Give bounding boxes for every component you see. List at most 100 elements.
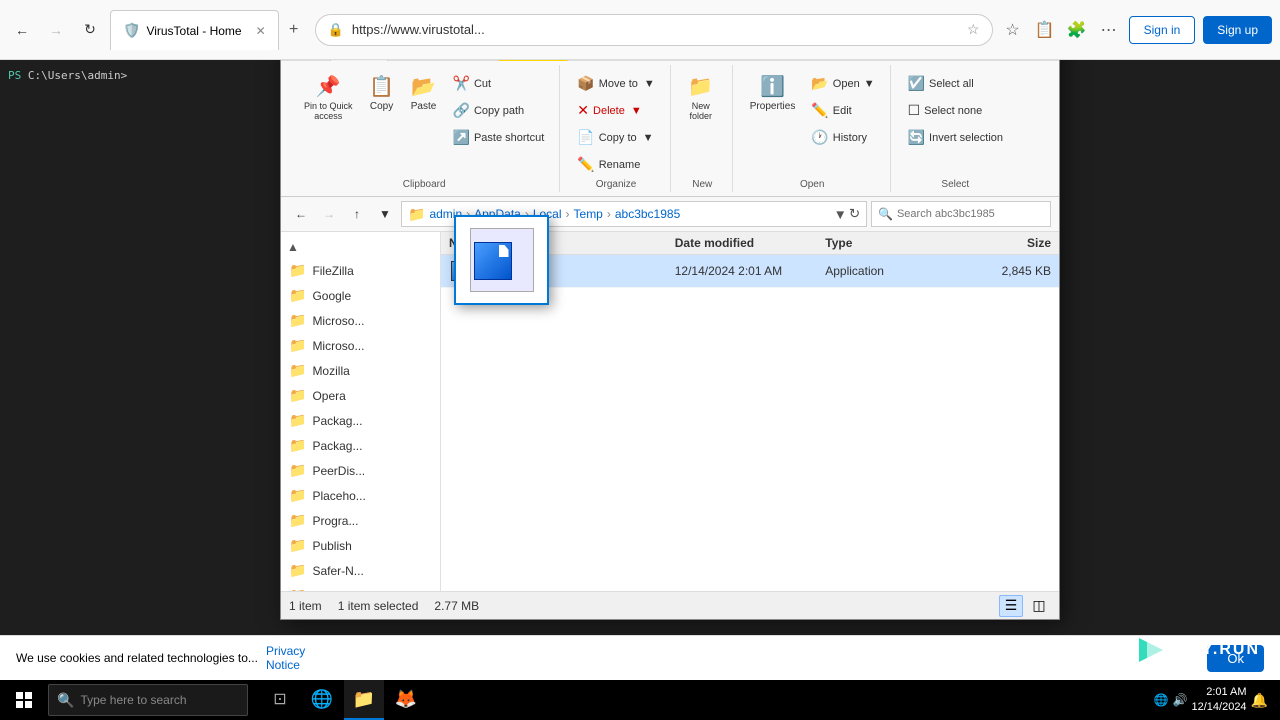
sidebar-item-google[interactable]: 📁 Google bbox=[281, 283, 440, 308]
nav-back-button[interactable]: ← bbox=[289, 202, 313, 226]
sidebar-label-program: Progra... bbox=[312, 514, 358, 528]
taskbar-explorer[interactable]: 📁 bbox=[344, 680, 384, 720]
taskbar-search-icon: 🔍 bbox=[57, 692, 74, 709]
address-refresh-button[interactable]: ↻ bbox=[849, 206, 860, 222]
browser-tab-close[interactable]: ✕ bbox=[256, 24, 266, 38]
invert-selection-button[interactable]: 🔄 Invert selection bbox=[901, 125, 1010, 150]
search-input[interactable] bbox=[897, 208, 1044, 220]
folder-icon-opera: 📁 bbox=[289, 387, 306, 404]
ribbon-group-clipboard: 📌 Pin to Quickaccess 📋 Copy 📂 Paste bbox=[289, 65, 560, 192]
copy-to-arrow: ▼ bbox=[643, 132, 654, 144]
favorites-icon[interactable]: ☆ bbox=[999, 16, 1027, 44]
sidebar-item-microsoft1[interactable]: 📁 Microso... bbox=[281, 308, 440, 333]
folder-icon-package1: 📁 bbox=[289, 412, 306, 429]
rename-button[interactable]: ✏️ Rename bbox=[570, 152, 661, 177]
paste-shortcut-label: Paste shortcut bbox=[474, 132, 544, 144]
sidebar-item-placeholder[interactable]: 📁 Placeho... bbox=[281, 483, 440, 508]
browser-tab-virustotal[interactable]: 🛡️ VirusTotal - Home ✕ bbox=[110, 10, 279, 50]
open-button[interactable]: 📂 Open ▼ bbox=[804, 71, 881, 96]
copy-to-button[interactable]: 📄 Copy to ▼ bbox=[570, 125, 661, 150]
taskbar-taskview[interactable]: ⊡ bbox=[260, 680, 300, 720]
sidebar-label-microsoft2: Microso... bbox=[312, 339, 364, 353]
col-header-size[interactable]: Size bbox=[976, 236, 1051, 250]
copy-path-button[interactable]: 🔗 Copy path bbox=[446, 98, 552, 123]
edit-button[interactable]: ✏️ Edit bbox=[804, 98, 881, 123]
history-icon: 🕐 bbox=[811, 129, 828, 146]
browser-refresh-button[interactable]: ↻ bbox=[76, 16, 104, 44]
settings-icon[interactable]: ⋯ bbox=[1095, 16, 1123, 44]
status-size: 2.77 MB bbox=[434, 599, 479, 613]
nav-forward-button[interactable]: → bbox=[317, 202, 341, 226]
file-sidebar: ▲ 📁 FileZilla 📁 Google 📁 Microso... 📁 Mi… bbox=[281, 232, 441, 591]
taskbar-search[interactable]: 🔍 Type here to search bbox=[48, 684, 248, 716]
sidebar-label-opera: Opera bbox=[312, 389, 345, 403]
paste-label: Paste bbox=[411, 101, 437, 112]
browser-back-button[interactable]: ← bbox=[8, 16, 36, 44]
start-sq-1 bbox=[16, 692, 23, 699]
sidebar-item-microsoft2[interactable]: 📁 Microso... bbox=[281, 333, 440, 358]
volume-icon[interactable]: 🔊 bbox=[1173, 693, 1188, 707]
url-star-icon[interactable]: ☆ bbox=[967, 21, 980, 38]
large-icons-button[interactable]: ◫ bbox=[1027, 595, 1051, 617]
taskbar-system-icons: 🌐 🔊 bbox=[1154, 693, 1188, 707]
sidebar-item-safer-n[interactable]: 📁 Safer-N... bbox=[281, 558, 440, 583]
sidebar-item-filezilla[interactable]: 📁 FileZilla bbox=[281, 258, 440, 283]
sidebar-item-peerdis[interactable]: 📁 PeerDis... bbox=[281, 458, 440, 483]
extensions-icon[interactable]: 🧩 bbox=[1063, 16, 1091, 44]
ribbon-group-new: 📁 Newfolder New bbox=[673, 65, 733, 192]
col-header-type[interactable]: Type bbox=[825, 236, 976, 250]
select-none-button[interactable]: ☐ Select none bbox=[901, 98, 1010, 123]
properties-button[interactable]: ℹ️ Properties bbox=[743, 69, 803, 117]
breadcrumb-temp[interactable]: Temp bbox=[572, 207, 605, 221]
sidebar-item-program[interactable]: 📁 Progra... bbox=[281, 508, 440, 533]
network-icon[interactable]: 🌐 bbox=[1154, 693, 1169, 707]
properties-label: Properties bbox=[750, 101, 796, 112]
sign-up-button[interactable]: Sign up bbox=[1203, 16, 1272, 44]
paste-shortcut-button[interactable]: ↗️ Paste shortcut bbox=[446, 125, 552, 150]
recent-locations-button[interactable]: ▼ bbox=[373, 202, 397, 226]
sidebar-item-opera[interactable]: 📁 Opera bbox=[281, 383, 440, 408]
sidebar-item-soliddoc[interactable]: 📁 SolidDo... bbox=[281, 583, 440, 591]
taskbar-firefox[interactable]: 🦊 bbox=[386, 680, 426, 720]
browser-forward-button[interactable]: → bbox=[42, 16, 70, 44]
taskbar-date-text: 12/14/2024 bbox=[1192, 700, 1247, 715]
pin-to-quick-button[interactable]: 📌 Pin to Quickaccess bbox=[297, 69, 360, 126]
breadcrumb-abc3bc1985[interactable]: abc3bc1985 bbox=[613, 207, 682, 221]
move-to-button[interactable]: 📦 Move to ▼ bbox=[570, 71, 661, 96]
new-group-label: New bbox=[681, 177, 724, 192]
select-all-icon: ☑️ bbox=[908, 75, 925, 92]
sign-in-button[interactable]: Sign in bbox=[1129, 16, 1196, 44]
taskview-icon: ⊡ bbox=[273, 689, 286, 709]
browser-url-bar[interactable]: 🔒 https://www.virustotal... ☆ bbox=[315, 14, 993, 46]
collections-icon[interactable]: 📋 bbox=[1031, 16, 1059, 44]
sidebar-label-peerdis: PeerDis... bbox=[312, 464, 365, 478]
notification-icon[interactable]: 🔔 bbox=[1251, 692, 1268, 709]
new-folder-button[interactable]: 📁 Newfolder bbox=[681, 69, 721, 126]
col-header-date[interactable]: Date modified bbox=[675, 236, 826, 250]
folder-icon-microsoft1: 📁 bbox=[289, 312, 306, 329]
copy-large-button[interactable]: 📋 Copy bbox=[362, 69, 402, 117]
sidebar-item-package1[interactable]: 📁 Packag... bbox=[281, 408, 440, 433]
details-view-button[interactable]: ☰ bbox=[999, 595, 1023, 617]
delete-button[interactable]: ✕ Delete ▼ bbox=[570, 98, 661, 123]
invert-selection-label: Invert selection bbox=[929, 132, 1003, 144]
scroll-up-arrow[interactable]: ▲ bbox=[285, 238, 301, 256]
sidebar-item-package2[interactable]: 📁 Packag... bbox=[281, 433, 440, 458]
nav-up-button[interactable]: ↑ bbox=[345, 202, 369, 226]
privacy-notice-link[interactable]: PrivacyNotice bbox=[266, 644, 305, 672]
select-all-button[interactable]: ☑️ Select all bbox=[901, 71, 1010, 96]
address-bar-dropdown[interactable]: ▼ bbox=[834, 207, 847, 222]
paste-button[interactable]: 📂 Paste bbox=[404, 69, 444, 117]
sidebar-item-mozilla[interactable]: 📁 Mozilla bbox=[281, 358, 440, 383]
new-tab-button[interactable]: + bbox=[279, 10, 309, 50]
open-label: Open bbox=[833, 78, 860, 90]
sidebar-item-publish[interactable]: 📁 Publish bbox=[281, 533, 440, 558]
taskbar-edge[interactable]: 🌐 bbox=[302, 680, 342, 720]
taskbar-clock[interactable]: 2:01 AM 12/14/2024 bbox=[1192, 685, 1247, 716]
start-button[interactable] bbox=[4, 680, 44, 720]
cut-button[interactable]: ✂️ Cut bbox=[446, 71, 552, 96]
history-button[interactable]: 🕐 History bbox=[804, 125, 881, 150]
paste-shortcut-icon: ↗️ bbox=[453, 129, 470, 146]
clipboard-group-label: Clipboard bbox=[297, 177, 551, 192]
sidebar-label-package1: Packag... bbox=[312, 414, 362, 428]
